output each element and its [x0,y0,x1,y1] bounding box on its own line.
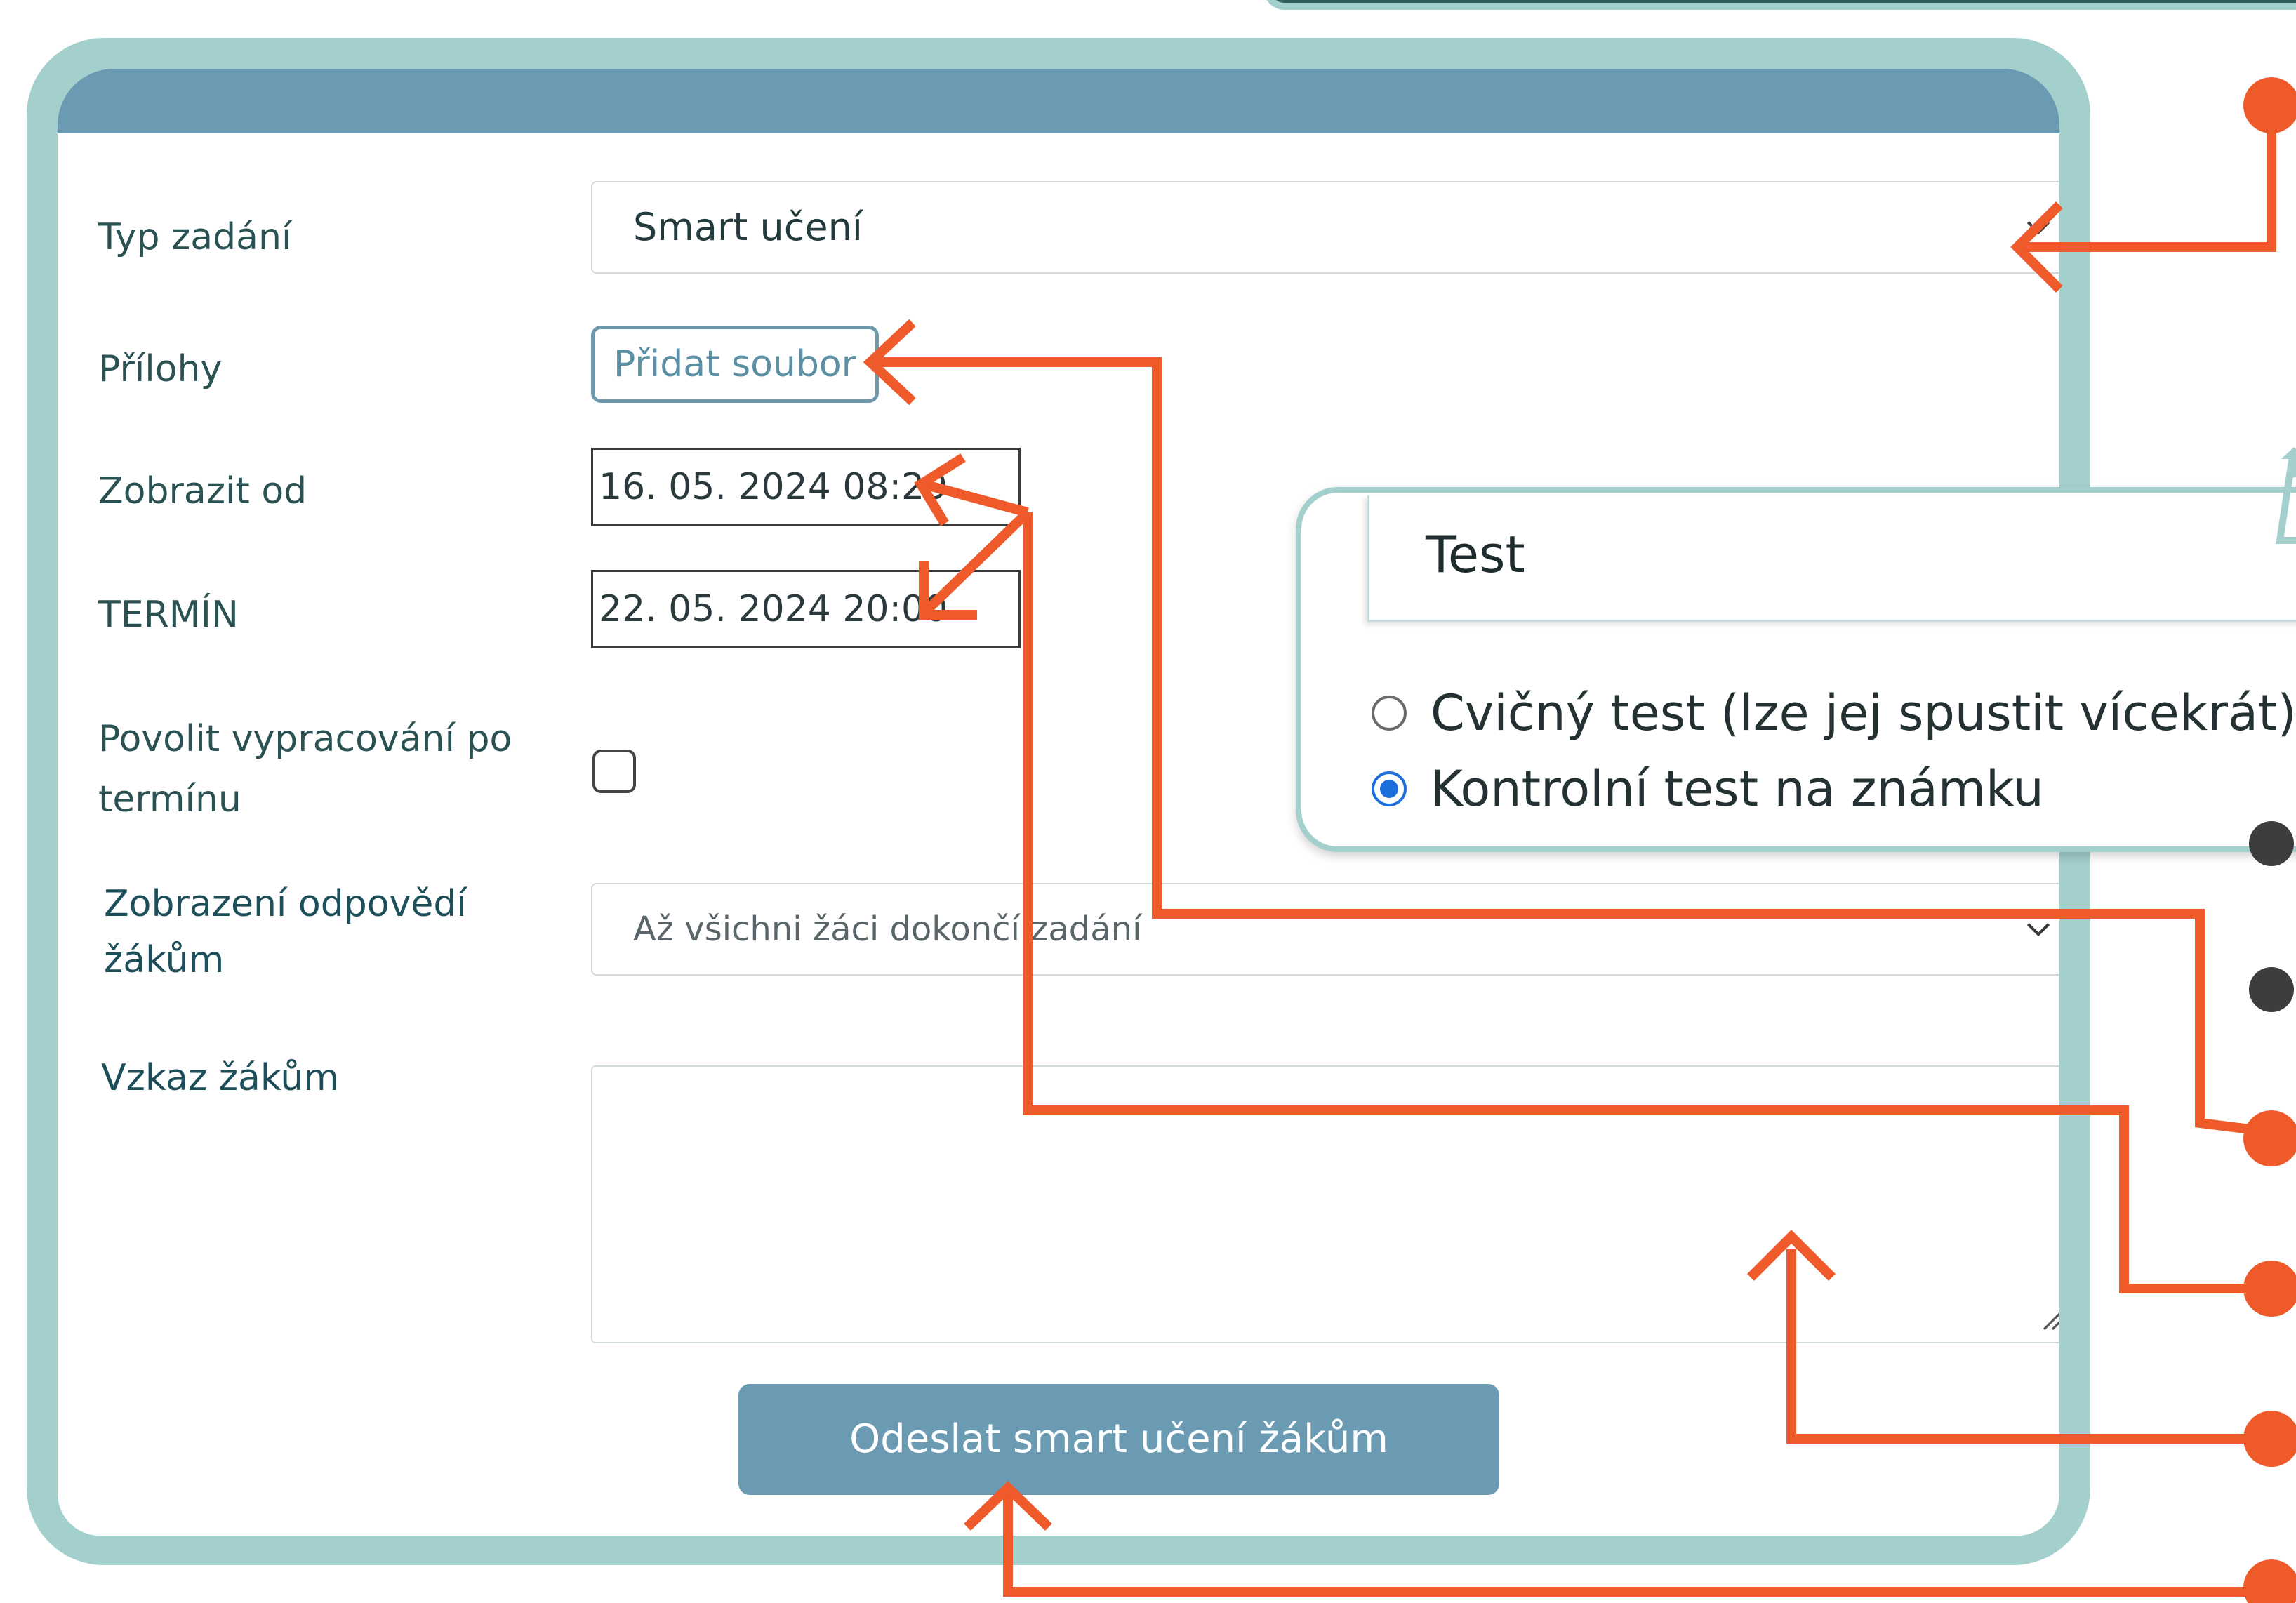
radio-unchecked-icon[interactable] [1372,696,1407,731]
circle-icon [2243,77,2296,133]
circle-icon [2249,967,2294,1012]
test-type-popover: Test Cvičný test (lze jej spustit vícekr… [1296,487,2296,852]
type-label: Typ zadání [98,216,292,258]
answers-select[interactable]: Až všichni žáci dokončí zadání [591,883,2059,976]
option-practice-test[interactable]: Cvičný test (lze jej spustit vícekrát) [1372,678,2296,748]
triangle-icon [2281,447,2296,459]
option-graded-test[interactable]: Kontrolní test na známku [1372,754,2044,824]
type-select-value: Smart učení [633,205,863,249]
answers-select-value: Až všichni žáci dokončí zadání [633,910,1142,949]
test-type-select[interactable]: Test [1367,495,2296,622]
show-from-label: Zobrazit od [98,470,307,512]
allow-late-label-line2: termínu [98,778,241,820]
resize-grip-icon[interactable] [2036,1304,2059,1332]
add-file-button[interactable]: Přidat soubor [591,326,879,403]
circle-icon [2243,1110,2296,1166]
chevron-down-icon [2026,923,2050,937]
deadline-input[interactable]: 22. 05. 2024 20:00 [591,570,1021,648]
circle-icon [2243,1411,2296,1467]
answers-label-line1: Zobrazení odpovědí [104,883,467,925]
radio-checked-icon[interactable] [1372,771,1407,806]
message-textarea[interactable] [591,1065,2059,1343]
top-panel-edge [1263,0,2296,10]
show-from-input[interactable]: 16. 05. 2024 08:29 [591,448,1021,526]
type-select[interactable]: Smart učení [591,181,2059,274]
option-graded-test-label: Kontrolní test na známku [1431,760,2044,818]
message-label: Vzkaz žákům [101,1057,340,1099]
allow-late-label: Povolit vypracování po termínu [98,709,512,830]
allow-late-checkbox[interactable] [592,750,636,793]
option-practice-test-label: Cvičný test (lze jej spustit vícekrát) [1431,684,2296,742]
attachments-label: Přílohy [98,348,223,390]
modal-header [58,69,2059,133]
allow-late-label-line1: Povolit vypracování po [98,718,512,760]
test-type-select-value: Test [1426,525,1525,584]
circle-icon [2243,1559,2296,1603]
answers-label: Zobrazení odpovědí žákům [104,876,467,988]
submit-button[interactable]: Odeslat smart učení žákům [738,1384,1499,1495]
answers-label-line2: žákům [104,939,225,981]
circle-icon [2243,1261,2296,1317]
chevron-down-icon [2026,221,2050,235]
deadline-label: TERMÍN [98,594,239,636]
